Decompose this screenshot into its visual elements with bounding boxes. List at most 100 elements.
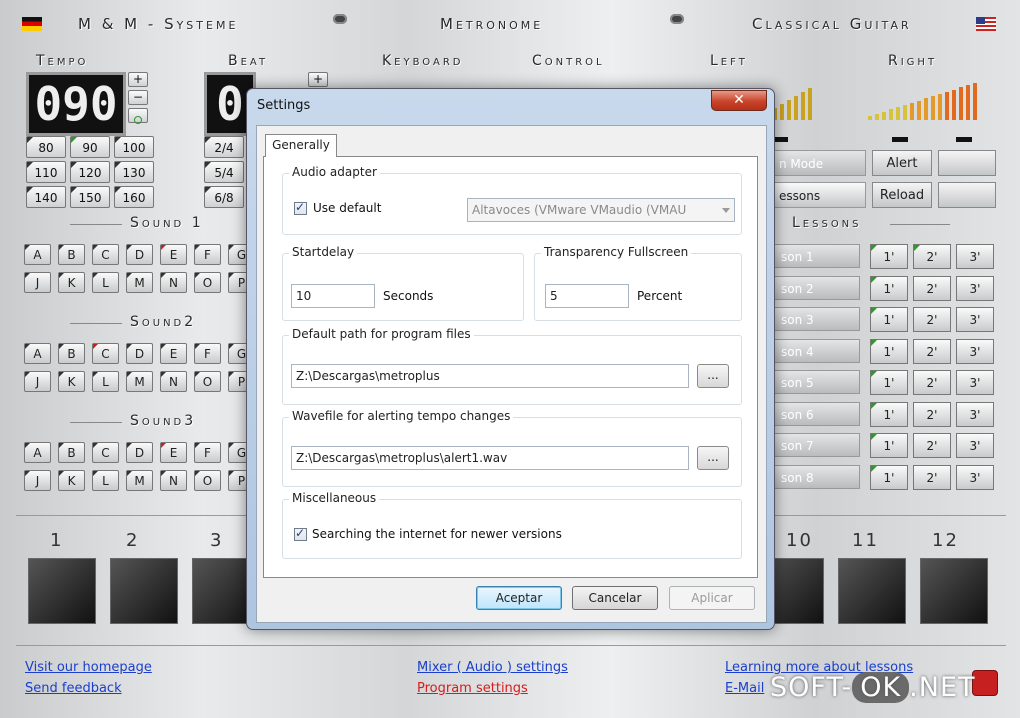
beat-plus-button[interactable]: + bbox=[308, 72, 328, 87]
sound-key-button[interactable]: F bbox=[194, 244, 221, 265]
lesson-length-button[interactable]: 1' bbox=[870, 338, 908, 364]
sound-key-button[interactable]: C bbox=[92, 442, 119, 463]
lesson-button[interactable]: son 2 bbox=[774, 275, 860, 300]
sound-key-button[interactable]: M bbox=[126, 470, 153, 491]
drum-pad[interactable] bbox=[28, 558, 96, 624]
sound-key-button[interactable]: A bbox=[24, 442, 51, 463]
lessons-mode-button[interactable]: essons bbox=[772, 182, 866, 208]
lesson-length-button[interactable]: 1' bbox=[870, 433, 908, 458]
wavefile-input[interactable]: Z:\Descargas\metroplus\alert1.wav bbox=[291, 446, 689, 470]
beat-preset-button[interactable]: 5/4 bbox=[204, 161, 244, 183]
beat-preset-button[interactable]: 6/8 bbox=[204, 186, 244, 208]
search-updates-checkbox[interactable] bbox=[294, 526, 307, 541]
tempo-minus-button[interactable]: − bbox=[128, 90, 148, 105]
sound-key-button[interactable]: N bbox=[160, 470, 187, 491]
tab-generally[interactable]: Generally bbox=[265, 134, 337, 157]
sound-key-button[interactable]: N bbox=[160, 371, 187, 392]
lesson-length-button[interactable]: 1' bbox=[870, 370, 908, 395]
browse-path-button[interactable]: ... bbox=[697, 364, 729, 388]
startdelay-input[interactable]: 10 bbox=[291, 284, 375, 308]
sound-key-button[interactable]: F bbox=[194, 343, 221, 364]
sound-key-button[interactable]: L bbox=[92, 272, 119, 293]
mode-button[interactable]: n Mode bbox=[772, 150, 866, 176]
audio-device-select[interactable]: Altavoces (VMware VMaudio (VMAU bbox=[467, 198, 735, 222]
reload-button[interactable]: Reload bbox=[872, 182, 932, 208]
lesson-length-button[interactable]: 1' bbox=[870, 307, 908, 332]
drum-pad[interactable] bbox=[110, 558, 178, 624]
tempo-preset-button[interactable]: 150 bbox=[70, 186, 110, 208]
sound-key-button[interactable]: A bbox=[24, 343, 51, 364]
lesson-length-button[interactable]: 2' bbox=[913, 244, 951, 269]
transparency-input[interactable]: 5 bbox=[545, 284, 629, 308]
lesson-button[interactable]: son 5 bbox=[774, 370, 860, 394]
sound-key-button[interactable]: D bbox=[126, 442, 153, 463]
sound-key-button[interactable]: K bbox=[58, 371, 85, 392]
blank-control-button[interactable] bbox=[938, 150, 996, 176]
sound-key-button[interactable]: D bbox=[126, 244, 153, 265]
sound-key-button[interactable]: B bbox=[58, 442, 85, 463]
ok-button[interactable]: Aceptar bbox=[476, 586, 562, 610]
lesson-length-button[interactable]: 1' bbox=[870, 401, 908, 427]
lesson-length-button[interactable]: 3' bbox=[956, 338, 994, 364]
program-settings-link[interactable]: Program settings bbox=[417, 681, 528, 696]
tempo-preset-button[interactable]: 90 bbox=[70, 136, 110, 158]
tempo-preset-button[interactable]: 130 bbox=[114, 161, 154, 183]
lesson-length-button[interactable]: 2' bbox=[913, 401, 951, 427]
drum-pad[interactable] bbox=[838, 558, 906, 624]
homepage-link[interactable]: Visit our homepage bbox=[25, 660, 152, 675]
sound-key-button[interactable]: B bbox=[58, 244, 85, 265]
sound-key-button[interactable]: M bbox=[126, 371, 153, 392]
sound-key-button[interactable]: D bbox=[126, 343, 153, 364]
sound-key-button[interactable]: K bbox=[58, 272, 85, 293]
lesson-length-button[interactable]: 1' bbox=[870, 244, 908, 269]
tempo-preset-button[interactable]: 160 bbox=[114, 186, 154, 208]
use-default-checkbox[interactable] bbox=[294, 200, 307, 215]
beat-preset-button[interactable]: 2/4 bbox=[204, 136, 244, 158]
lesson-length-button[interactable]: 2' bbox=[913, 307, 951, 332]
apply-button[interactable]: Aplicar bbox=[669, 586, 755, 610]
sound-key-button[interactable]: F bbox=[194, 442, 221, 463]
lesson-length-button[interactable]: 3' bbox=[956, 401, 994, 427]
lesson-length-button[interactable]: 2' bbox=[913, 338, 951, 364]
sound-key-button[interactable]: C bbox=[92, 244, 119, 265]
lesson-button[interactable]: son 7 bbox=[774, 433, 860, 457]
lesson-button[interactable]: son 1 bbox=[774, 244, 860, 268]
lesson-button[interactable]: son 3 bbox=[774, 307, 860, 331]
sound-key-button[interactable]: L bbox=[92, 371, 119, 392]
tempo-preset-button[interactable]: 140 bbox=[26, 186, 66, 208]
sound-key-button[interactable]: K bbox=[58, 470, 85, 491]
lesson-length-button[interactable]: 3' bbox=[956, 370, 994, 395]
lesson-length-button[interactable]: 1' bbox=[870, 275, 908, 301]
sound-key-button[interactable]: J bbox=[24, 470, 51, 491]
lesson-length-button[interactable]: 2' bbox=[913, 370, 951, 395]
sound-key-button[interactable]: O bbox=[194, 272, 221, 293]
alert-button[interactable]: Alert bbox=[872, 150, 932, 176]
close-button[interactable]: ✕ bbox=[711, 90, 767, 111]
sound-key-button[interactable]: A bbox=[24, 244, 51, 265]
browse-wavefile-button[interactable]: ... bbox=[697, 446, 729, 470]
lesson-button[interactable]: son 6 bbox=[774, 401, 860, 426]
sound-key-button[interactable]: O bbox=[194, 470, 221, 491]
tempo-indicator-button[interactable] bbox=[128, 108, 148, 124]
default-path-input[interactable]: Z:\Descargas\metroplus bbox=[291, 364, 689, 388]
tempo-preset-button[interactable]: 80 bbox=[26, 136, 66, 158]
blank-control-button[interactable] bbox=[938, 182, 996, 208]
sound-key-button[interactable]: E bbox=[160, 343, 187, 364]
tempo-preset-button[interactable]: 120 bbox=[70, 161, 110, 183]
us-flag-icon[interactable] bbox=[976, 17, 996, 31]
lesson-length-button[interactable]: 3' bbox=[956, 433, 994, 458]
lesson-length-button[interactable]: 3' bbox=[956, 244, 994, 269]
lesson-length-button[interactable]: 3' bbox=[956, 275, 994, 301]
lesson-length-button[interactable]: 2' bbox=[913, 275, 951, 301]
lesson-length-button[interactable]: 1' bbox=[870, 464, 908, 490]
lesson-length-button[interactable]: 2' bbox=[913, 433, 951, 458]
sound-key-button[interactable]: J bbox=[24, 371, 51, 392]
sound-key-button[interactable]: E bbox=[160, 244, 187, 265]
sound-key-button[interactable]: C bbox=[92, 343, 119, 364]
sound-key-button[interactable]: B bbox=[58, 343, 85, 364]
tempo-preset-button[interactable]: 100 bbox=[114, 136, 154, 158]
sound-key-button[interactable]: M bbox=[126, 272, 153, 293]
german-flag-icon[interactable] bbox=[22, 17, 42, 31]
cancel-button[interactable]: Cancelar bbox=[572, 586, 658, 610]
sound-key-button[interactable]: E bbox=[160, 442, 187, 463]
